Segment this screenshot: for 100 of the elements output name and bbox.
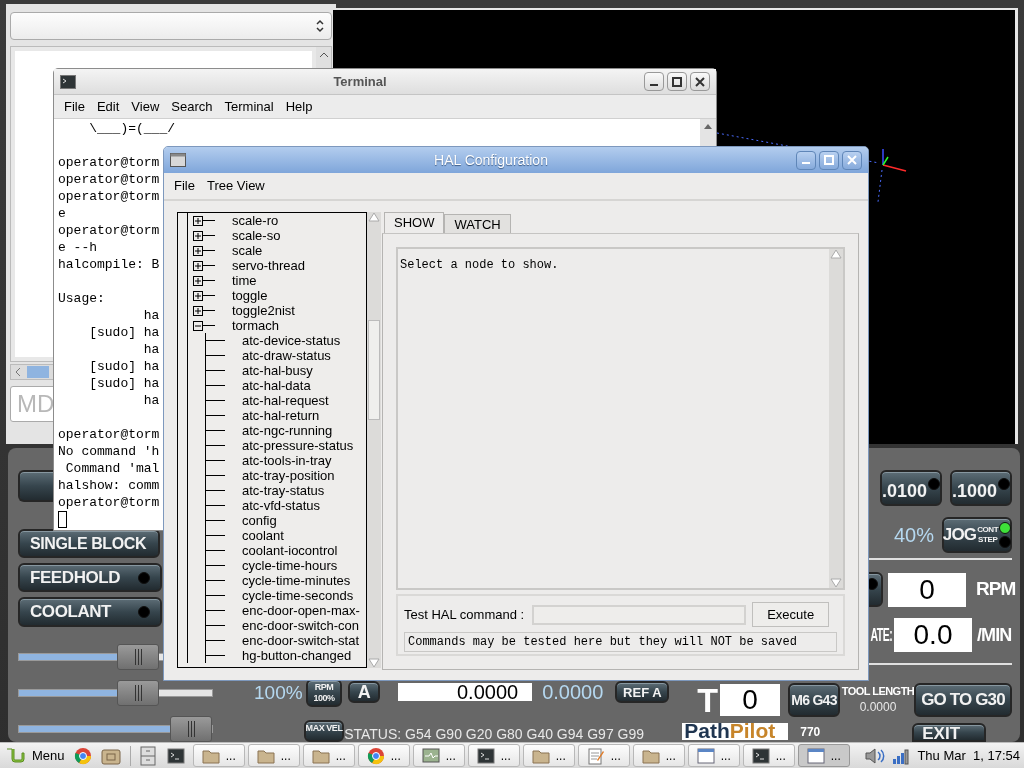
task-button[interactable]: ... [192,744,245,767]
toggle-button[interactable]: COOLANT [18,597,162,627]
single-block-button[interactable]: SINGLE BLOCK [18,529,160,558]
terminal-line: Command 'mal [64,460,160,477]
tree-node[interactable]: cycle-time-seconds [242,588,354,603]
axis-button[interactable]: A [348,681,381,703]
model-number: 770 [800,724,821,741]
task-button[interactable]: ... [742,744,795,767]
menu-item[interactable]: Help [281,96,317,117]
volume-icon[interactable] [863,746,886,765]
tree-node[interactable]: time [232,273,257,288]
task-button[interactable]: ... [687,744,740,767]
slider-thumb[interactable] [170,716,212,742]
expand-icon[interactable] [193,230,203,241]
command-field[interactable] [532,604,747,625]
tree-node[interactable]: coolant [242,528,284,543]
command-label: Test HAL command : [404,605,525,624]
expand-icon[interactable] [193,305,203,316]
tree-node[interactable]: atc-hal-request [242,393,329,408]
step-button[interactable]: .1000 [950,470,1012,506]
execute-button[interactable]: Execute [752,602,830,627]
expand-icon[interactable] [193,245,203,256]
tree-node[interactable]: atc-vfd-status [242,498,321,513]
slider-thumb[interactable] [117,680,160,706]
tree-node[interactable]: scale-so [232,228,281,243]
scrollbar[interactable] [367,212,381,668]
tree-node[interactable]: enc-door-switch-stat [242,633,360,648]
window-icon [170,153,186,167]
task-button[interactable]: ... [412,744,465,767]
exit-button[interactable]: EXIT [912,723,987,742]
minimize-button[interactable] [644,72,664,91]
task-button[interactable]: ... [467,744,520,767]
task-button[interactable]: ... [577,744,630,767]
scroll-up-icon[interactable] [703,122,713,130]
tree-node[interactable]: atc-pressure-status [242,438,354,453]
step-button[interactable]: .0100 [880,470,942,506]
tree-node[interactable]: config [242,513,277,528]
expand-icon[interactable] [193,275,203,286]
menu-item[interactable]: Edit [92,96,124,117]
override-button[interactable]: MAX VEL [304,720,344,742]
task-button[interactable]: ... [302,744,355,767]
tree-node[interactable]: atc-draw-status [242,348,331,363]
menu-item[interactable]: Terminal [220,96,278,117]
tab[interactable]: WATCH [444,214,511,233]
expand-icon[interactable] [193,215,203,226]
tree-node[interactable]: hg-button-changed [242,648,352,663]
toggle-button[interactable]: FEEDHOLD [18,562,162,593]
maximize-icon [672,76,682,87]
control-button[interactable] [18,470,53,503]
tree-node[interactable]: servo-thread [232,258,305,273]
tree-node[interactable]: toggle [232,288,268,303]
menu-item[interactable]: File [60,96,89,117]
status-line: STATUS: G54 G90 G20 G80 G40 G94 G97 G99 [344,727,646,742]
folder-icon [641,747,660,764]
tree-node[interactable]: cycle-time-hours [242,558,338,573]
tool-change-button[interactable]: M6 G43 [788,683,840,717]
tree-node[interactable]: scale-ro [232,213,279,228]
menu-item[interactable]: View [127,96,164,117]
task-button[interactable]: ... [247,744,300,767]
menu-item[interactable]: Search [167,96,217,117]
task-button[interactable]: ... [522,744,575,767]
monitor-icon [421,747,440,764]
tree-node[interactable]: tormach [232,318,279,333]
clock[interactable]: Thu Mar 1, 17:54 [917,745,1021,766]
go-to-button[interactable]: GO TO G30 [914,683,1012,717]
tree-node[interactable]: atc-hal-return [242,408,320,423]
override-button[interactable]: RPM 100% [306,679,342,707]
close-button[interactable] [690,72,710,91]
slider-thumb[interactable] [117,644,160,670]
collapse-icon[interactable] [193,320,203,331]
task-button[interactable]: ... [797,744,850,767]
task-button[interactable]: ... [632,744,685,767]
tree-node[interactable]: enc-door-switch-con [242,618,360,633]
tree-node[interactable]: scale [232,243,263,258]
tree-node[interactable]: atc-tray-position [242,468,335,483]
menu-item[interactable]: File [170,176,199,196]
tree-node[interactable]: atc-ngc-running [242,423,333,438]
start-menu-button[interactable]: Menu [4,743,67,768]
tree-node[interactable]: enc-door-open-max- [242,603,360,618]
scrollbar-thumb[interactable] [368,320,380,420]
tree-node[interactable]: atc-hal-data [242,378,311,393]
tree-node[interactable]: atc-tray-status [242,483,325,498]
tree-node[interactable]: cycle-time-minutes [242,573,351,588]
tree-node[interactable]: coolant-iocontrol [242,543,338,558]
tree-node[interactable]: atc-device-status [242,333,341,348]
tree-node[interactable]: toggle2nist [232,303,295,318]
mdi-placeholder: MD [17,392,55,416]
maximize-button[interactable] [667,72,687,91]
slider-reading: 100% [254,680,304,705]
task-button[interactable]: ... [357,744,410,767]
ref-button[interactable]: REF A [615,681,670,703]
tree-node[interactable]: atc-tools-in-tray [242,453,332,468]
tree-node[interactable]: atc-hal-busy [242,363,313,378]
scrollbar-thumb[interactable] [27,366,49,378]
expand-icon[interactable] [193,260,203,271]
expand-icon[interactable] [193,290,203,301]
signal-icon[interactable] [891,746,912,765]
axis-value-field: 0.0000 [398,683,533,701]
menu-item[interactable]: Tree View [202,176,269,196]
tab[interactable]: SHOW [384,212,445,233]
